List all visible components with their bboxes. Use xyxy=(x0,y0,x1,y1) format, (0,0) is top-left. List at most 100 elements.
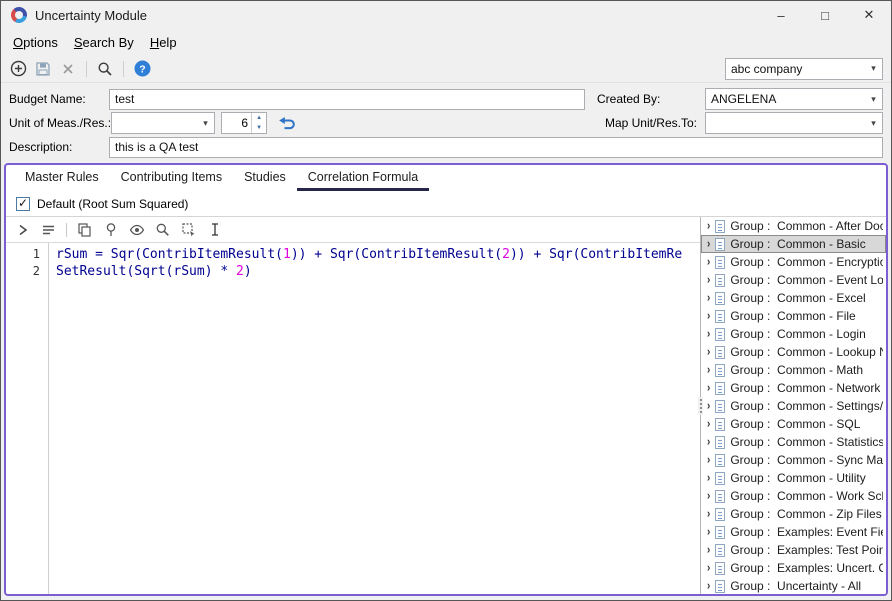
text-cursor-icon[interactable] xyxy=(206,221,223,238)
group-list-item[interactable]: Group : Common - Utility xyxy=(701,469,886,487)
group-list-item[interactable]: Group : Common - Settings/Re xyxy=(701,397,886,415)
chevron-right-icon xyxy=(707,327,710,340)
map-unit-label: Map Unit/Res.To: xyxy=(296,116,705,130)
group-list-item[interactable]: Group : Common - Network xyxy=(701,379,886,397)
chevron-down-icon xyxy=(865,89,882,109)
group-list-item[interactable]: Group : Common - Zip Files xyxy=(701,505,886,523)
document-icon xyxy=(715,220,725,233)
group-list-item[interactable]: Group : Common - Work Sched xyxy=(701,487,886,505)
group-list-item[interactable]: Group : Common - After Docum xyxy=(701,217,886,235)
group-item-label: Group : Common - After Docum xyxy=(730,219,883,233)
description-input[interactable] xyxy=(109,137,883,158)
chevron-right-icon xyxy=(707,561,710,574)
window-controls: – □ ✕ xyxy=(759,1,891,29)
menu-item[interactable]: Search By xyxy=(66,31,142,53)
maximize-button[interactable]: □ xyxy=(803,1,847,29)
tab[interactable]: Contributing Items xyxy=(110,165,233,191)
code-text: rSum = Sqr(ContribItemResult(1)) + Sqr(C… xyxy=(49,246,682,263)
code-line: 1 rSum = Sqr(ContribItemResult(1)) + Sqr… xyxy=(6,246,700,263)
tab-bar: Master Rules Contributing Items Studies … xyxy=(6,165,886,191)
chevron-right-icon xyxy=(707,489,710,502)
created-by-combo[interactable]: ANGELENA xyxy=(705,88,883,110)
tab[interactable]: Master Rules xyxy=(14,165,110,191)
group-item-label: Group : Common - SQL xyxy=(730,417,860,431)
undo-icon[interactable] xyxy=(276,114,296,132)
document-icon xyxy=(715,544,725,557)
document-icon xyxy=(715,580,725,593)
group-list-item[interactable]: Group : Common - Event Loggi xyxy=(701,271,886,289)
code-line: 2 SetResult(Sqrt(rSum) * 2) xyxy=(6,263,700,280)
document-icon xyxy=(715,310,725,323)
form-area: Budget Name: Created By: ANGELENA Unit o… xyxy=(1,83,891,159)
document-icon xyxy=(715,274,725,287)
group-list-item[interactable]: Group : Common - Statistics xyxy=(701,433,886,451)
save-icon[interactable] xyxy=(34,60,52,78)
group-list-item[interactable]: Group : Examples: Event Fields xyxy=(701,523,886,541)
group-list-item[interactable]: Group : Common - Sync Map xyxy=(701,451,886,469)
chevron-right-icon xyxy=(707,507,710,520)
chevron-right-icon xyxy=(707,543,710,556)
group-list-item[interactable]: Group : Examples: Uncert. Cont xyxy=(701,559,886,577)
line-number: 1 xyxy=(6,246,49,263)
splitter-grip-icon[interactable] xyxy=(698,397,703,415)
stepper-arrows[interactable] xyxy=(251,113,266,133)
close-button[interactable]: ✕ xyxy=(847,1,891,29)
group-item-label: Group : Examples: Uncert. Cont xyxy=(730,561,883,575)
group-item-label: Group : Uncertainty - All xyxy=(730,579,861,593)
unit-stepper[interactable]: 6 xyxy=(221,112,267,134)
chevron-right-icon xyxy=(707,363,710,376)
title-bar: Uncertainty Module – □ ✕ xyxy=(1,1,891,29)
group-list-item[interactable]: Group : Examples: Test Point Fi xyxy=(701,541,886,559)
group-list: Group : Common - After Docum Group : Com… xyxy=(701,217,886,594)
group-list-item[interactable]: Group : Common - Login xyxy=(701,325,886,343)
group-list-item[interactable]: Group : Common - Math xyxy=(701,361,886,379)
group-list-item[interactable]: Group : Common - Excel xyxy=(701,289,886,307)
chevron-right-icon xyxy=(707,417,710,430)
tab[interactable]: Studies xyxy=(233,165,297,191)
delete-icon[interactable] xyxy=(59,60,77,78)
search-icon[interactable] xyxy=(96,60,114,78)
formula-editor[interactable]: 1 rSum = Sqr(ContribItemResult(1)) + Sqr… xyxy=(6,243,700,594)
unit-combo[interactable] xyxy=(111,112,215,134)
group-item-label: Group : Common - Zip Files xyxy=(730,507,881,521)
eye-icon[interactable] xyxy=(128,221,145,238)
group-list-item[interactable]: Group : Common - Encryption xyxy=(701,253,886,271)
line-number-gutter xyxy=(6,243,49,594)
wrap-lines-icon[interactable] xyxy=(40,221,57,238)
splitter[interactable] xyxy=(700,217,701,594)
company-combo[interactable]: abc company xyxy=(725,58,883,80)
group-list-item[interactable]: Group : Common - Lookup Nex xyxy=(701,343,886,361)
document-icon xyxy=(715,472,725,485)
chevron-right-icon[interactable] xyxy=(14,221,31,238)
code-text: SetResult(Sqrt(rSum) * 2) xyxy=(49,263,252,280)
tag-icon[interactable] xyxy=(102,221,119,238)
add-icon[interactable] xyxy=(9,60,27,78)
document-icon xyxy=(715,400,725,413)
budget-name-input[interactable] xyxy=(109,89,585,110)
group-item-label: Group : Common - Sync Map xyxy=(730,453,883,467)
group-list-item[interactable]: Group : Common - Basic xyxy=(701,235,886,253)
document-icon xyxy=(715,418,725,431)
group-list-item[interactable]: Group : Common - File xyxy=(701,307,886,325)
default-checkbox-label: Default (Root Sum Squared) xyxy=(37,197,188,211)
map-unit-combo[interactable] xyxy=(705,112,883,134)
select-box-icon[interactable] xyxy=(180,221,197,238)
zoom-icon[interactable] xyxy=(154,221,171,238)
editor-pane: 1 rSum = Sqr(ContribItemResult(1)) + Sqr… xyxy=(6,217,700,594)
default-checkbox[interactable] xyxy=(16,197,30,211)
group-item-label: Group : Common - Excel xyxy=(730,291,865,305)
chevron-right-icon xyxy=(707,435,710,448)
document-icon xyxy=(715,562,725,575)
document-icon xyxy=(715,238,725,251)
minimize-button[interactable]: – xyxy=(759,1,803,29)
chevron-right-icon xyxy=(707,291,710,304)
menu-item[interactable]: Help xyxy=(142,31,185,53)
group-list-item[interactable]: Group : Common - SQL xyxy=(701,415,886,433)
help-icon[interactable]: ? xyxy=(133,60,151,78)
stepper-up-icon[interactable] xyxy=(252,113,266,123)
stepper-down-icon[interactable] xyxy=(252,123,266,133)
tab[interactable]: Correlation Formula xyxy=(297,165,429,191)
group-list-item[interactable]: Group : Uncertainty - All xyxy=(701,577,886,594)
menu-item[interactable]: Options xyxy=(5,31,66,53)
copy-icon[interactable] xyxy=(76,221,93,238)
